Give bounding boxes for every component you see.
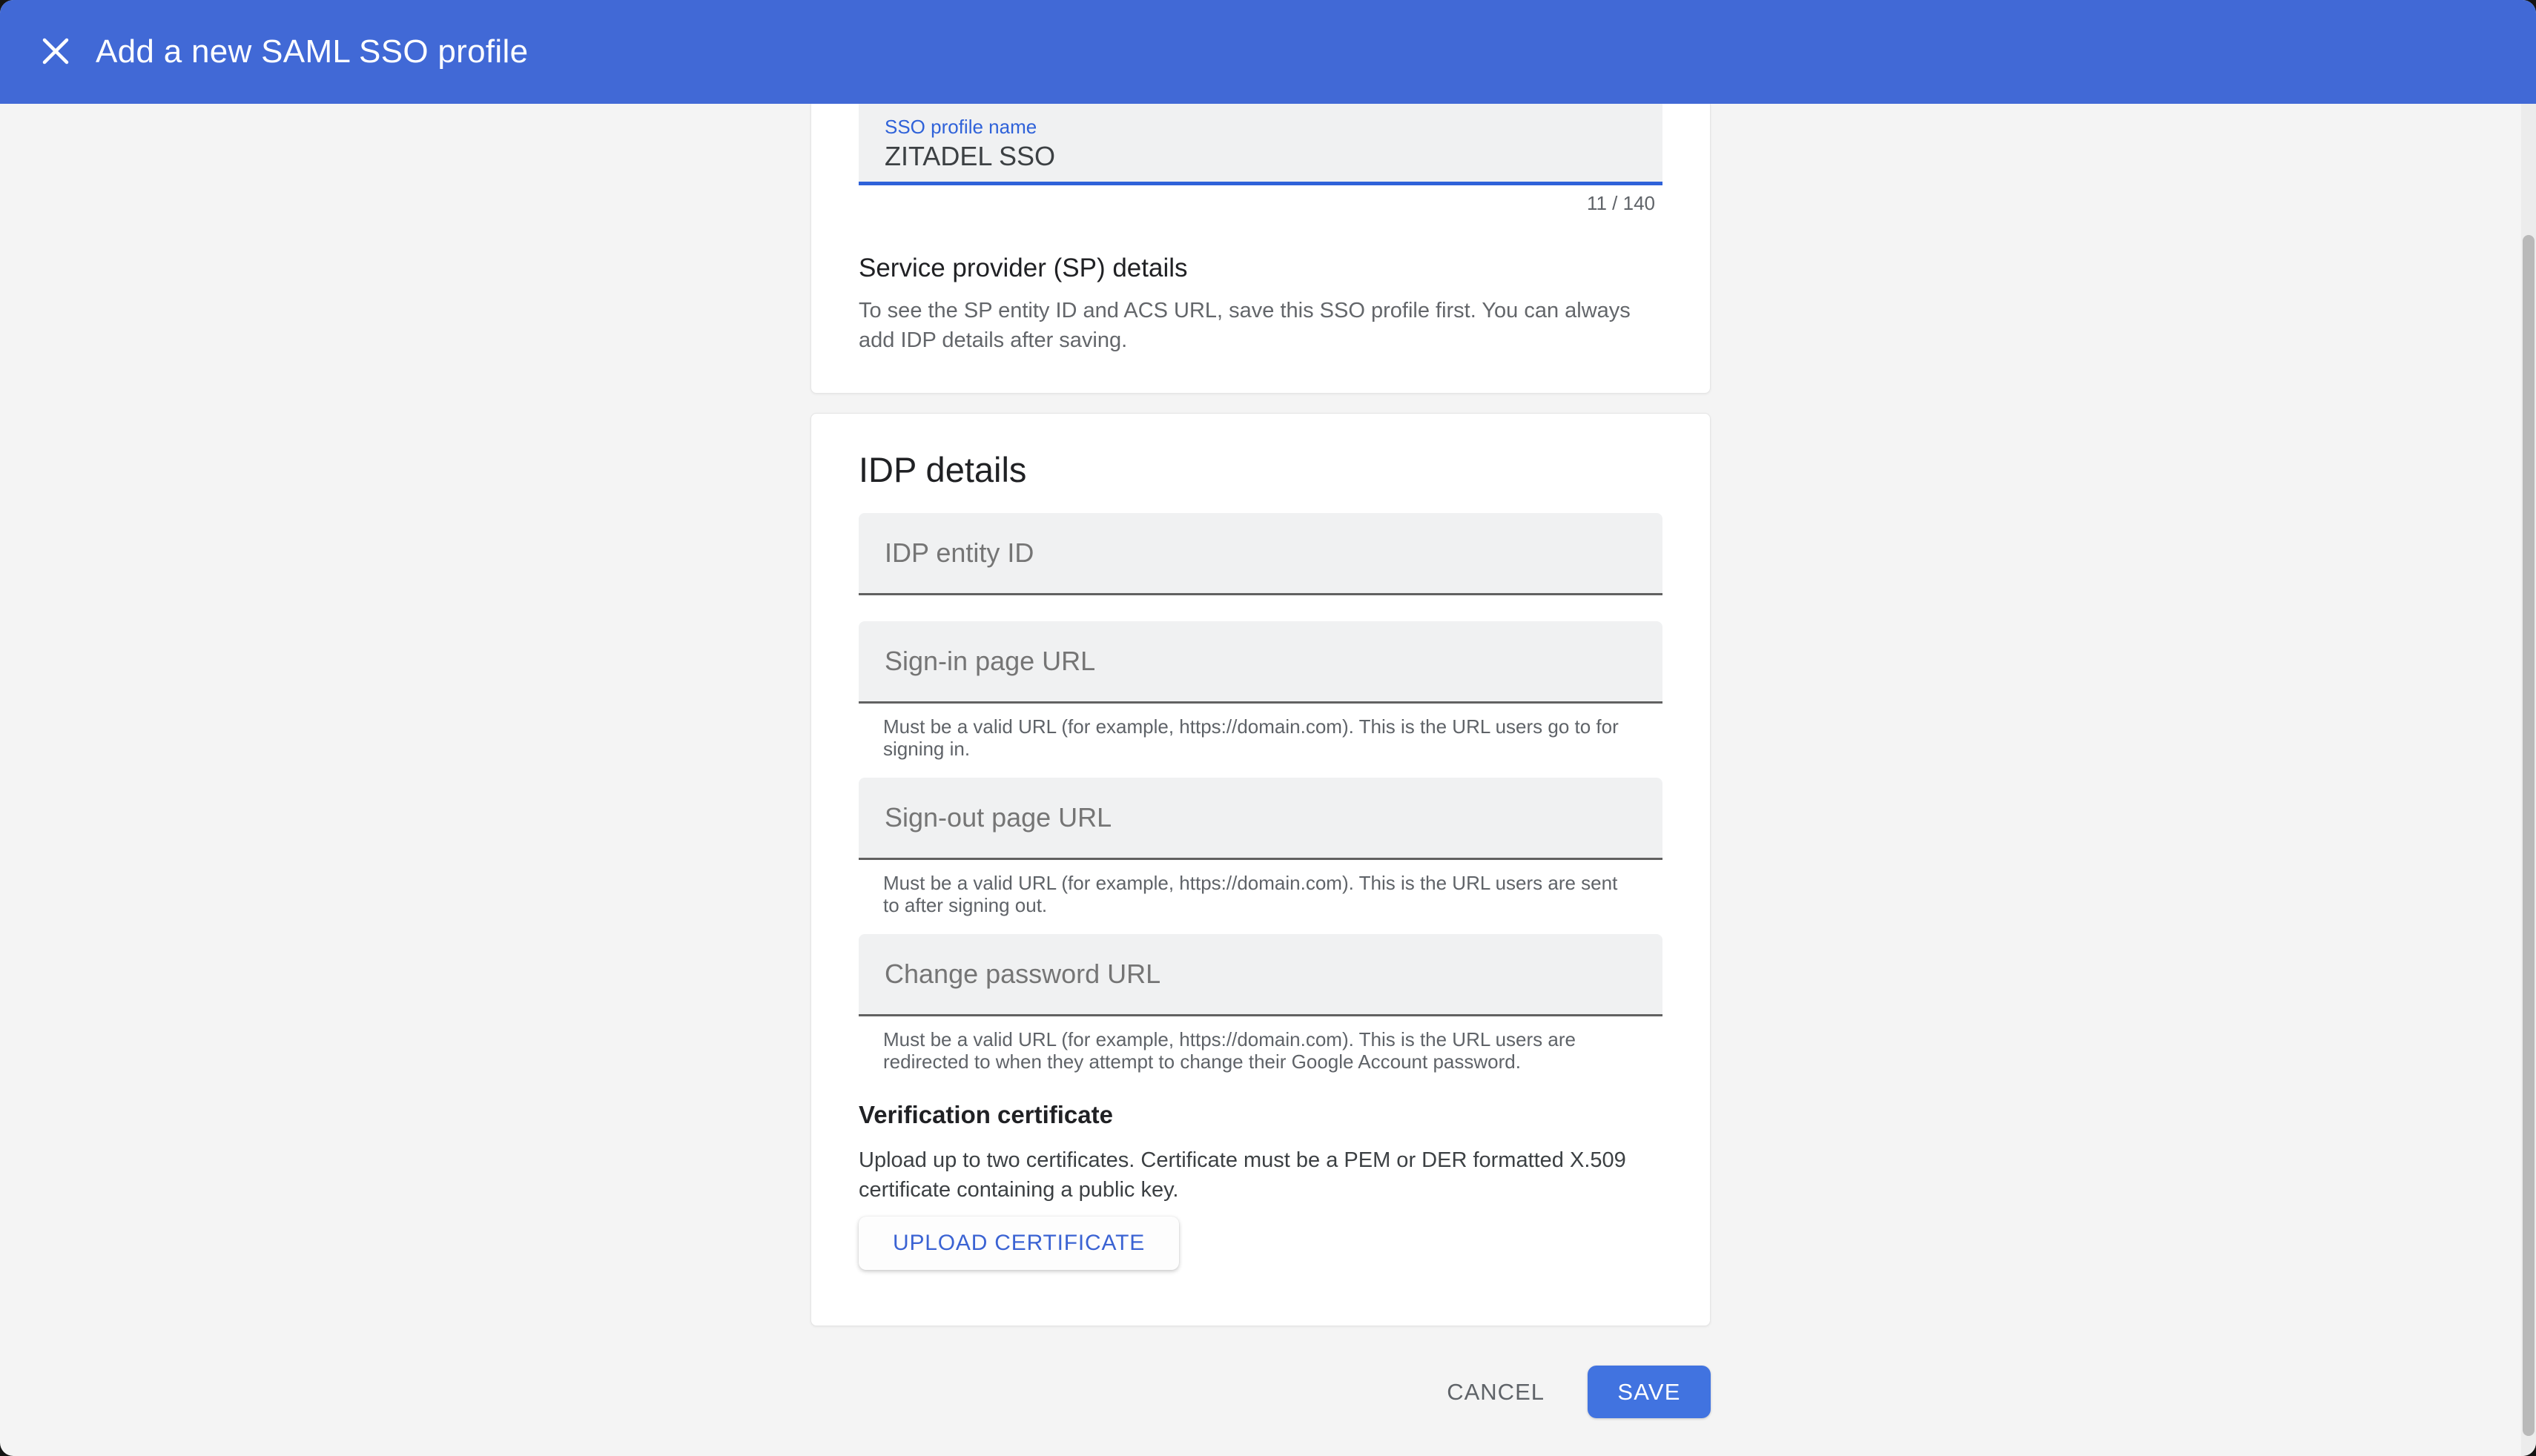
sp-details-description: To see the SP entity ID and ACS URL, sav… (859, 296, 1662, 355)
dialog-actions: CANCEL SAVE (810, 1366, 1711, 1418)
sign-in-url-field[interactable] (859, 621, 1662, 704)
verification-certificate-heading: Verification certificate (859, 1099, 1662, 1131)
verification-certificate-description: Upload up to two certificates. Certifica… (859, 1145, 1662, 1205)
cancel-button[interactable]: CANCEL (1432, 1366, 1559, 1418)
idp-entity-id-row (859, 513, 1662, 595)
idp-details-heading: IDP details (859, 414, 1662, 492)
sp-details-heading: Service provider (SP) details (859, 251, 1662, 285)
sign-out-url-helper: Must be a valid URL (for example, https:… (859, 872, 1634, 916)
profile-card: SSO profile name 11 / 140 Service provid… (810, 104, 1711, 394)
idp-entity-id-input[interactable] (885, 537, 1637, 569)
scrollbar-track[interactable] (2521, 104, 2536, 1456)
dialog-title: Add a new SAML SSO profile (96, 33, 528, 70)
close-button[interactable] (33, 30, 78, 74)
sign-in-url-input[interactable] (885, 646, 1637, 677)
upload-certificate-button[interactable]: UPLOAD CERTIFICATE (859, 1217, 1179, 1270)
screen: Add a new SAML SSO profile SSO profile n… (0, 0, 2536, 1456)
change-password-url-helper: Must be a valid URL (for example, https:… (859, 1028, 1634, 1073)
sign-in-url-row: Must be a valid URL (for example, https:… (859, 621, 1662, 760)
sign-out-url-field[interactable] (859, 778, 1662, 860)
sso-profile-name-label: SSO profile name (885, 114, 1662, 139)
sso-profile-name-input[interactable] (885, 139, 1626, 173)
change-password-url-field[interactable] (859, 934, 1662, 1016)
sign-in-url-helper: Must be a valid URL (for example, https:… (859, 715, 1634, 760)
scrollbar-thumb[interactable] (2523, 235, 2535, 1436)
char-counter: 11 / 140 (859, 192, 1655, 214)
sso-profile-name-field[interactable]: SSO profile name (859, 104, 1662, 185)
dialog-header: Add a new SAML SSO profile (0, 0, 2536, 104)
sign-out-url-row: Must be a valid URL (for example, https:… (859, 778, 1662, 916)
idp-entity-id-field[interactable] (859, 513, 1662, 595)
idp-card: IDP details Must be a valid URL (for exa… (810, 413, 1711, 1326)
change-password-url-input[interactable] (885, 959, 1637, 990)
saml-sso-dialog: Add a new SAML SSO profile SSO profile n… (0, 0, 2536, 1456)
dialog-body: SSO profile name 11 / 140 Service provid… (0, 104, 2521, 1456)
change-password-url-row: Must be a valid URL (for example, https:… (859, 934, 1662, 1073)
save-button[interactable]: SAVE (1588, 1366, 1711, 1418)
close-icon (42, 37, 70, 67)
sign-out-url-input[interactable] (885, 802, 1637, 833)
